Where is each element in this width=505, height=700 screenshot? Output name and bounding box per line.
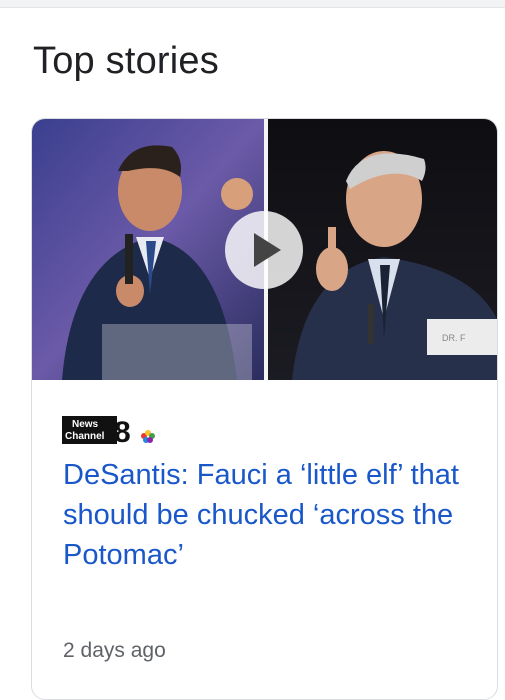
logo-number: 8	[114, 416, 131, 448]
svg-text:DR. F: DR. F	[442, 333, 466, 343]
story-timestamp: 2 days ago	[63, 639, 166, 662]
logo-text-channel: Channel	[65, 431, 105, 442]
video-thumbnail[interactable]: DR. F	[32, 119, 497, 380]
story-card[interactable]: DR. F News Channel 8 DeSantis: Fauci a ‘…	[31, 118, 498, 700]
top-divider	[0, 0, 505, 8]
story-headline[interactable]: DeSantis: Fauci a ‘little elf’ that shou…	[63, 455, 463, 575]
play-button[interactable]	[225, 211, 303, 289]
publisher-logo: News Channel 8	[62, 414, 157, 449]
play-icon	[254, 233, 281, 267]
peacock-icon	[141, 430, 155, 443]
logo-text-news: News	[72, 419, 99, 430]
section-title: Top stories	[33, 40, 219, 82]
